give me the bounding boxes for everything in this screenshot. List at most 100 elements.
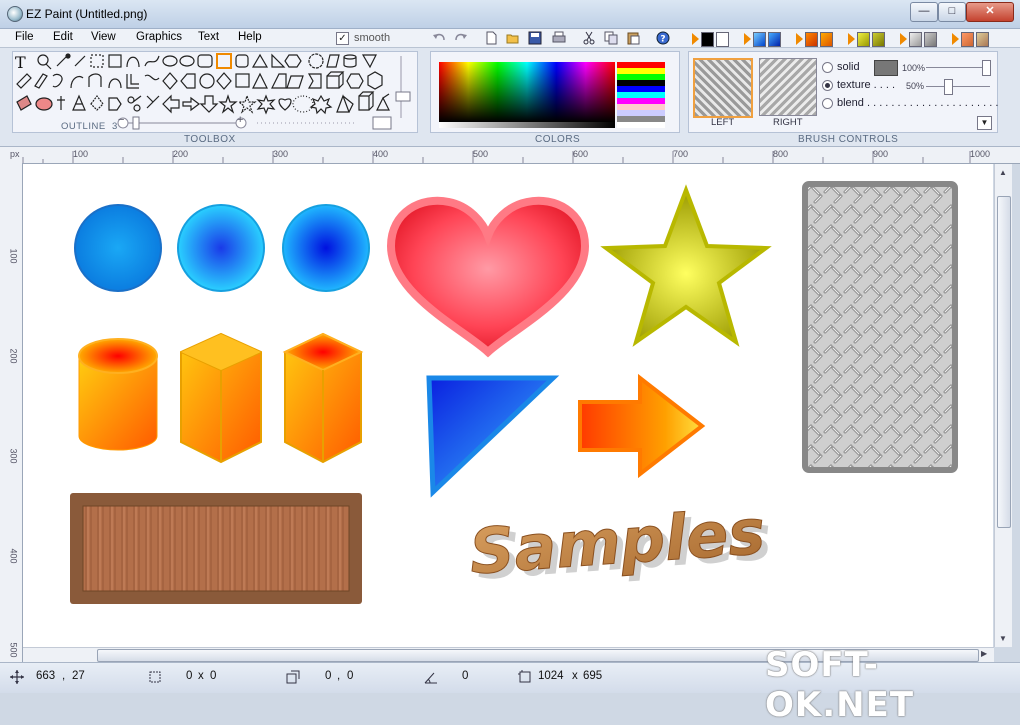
maximize-button[interactable]: □ [938,2,966,22]
sample-triangle[interactable] [426,375,560,498]
outline-plus-button[interactable]: + [237,114,243,126]
preset-blue-b[interactable] [768,32,781,47]
scroll-down-icon[interactable]: ▼ [999,634,1007,643]
offset-sep: , [337,670,341,682]
texture-option[interactable]: texture . . . . [822,79,895,91]
brush-expand-button[interactable]: ▼ [977,116,992,130]
vertical-scrollbar[interactable]: ▲ ▼ [994,164,1012,647]
colors-label: COLORS [535,134,581,145]
texture-radio[interactable] [822,79,833,91]
blend-radio[interactable] [822,97,833,109]
menu-edit[interactable]: Edit [53,31,73,43]
sample-arrow[interactable] [578,373,706,479]
solid-color-swatch[interactable] [874,60,898,76]
angle-icon [424,672,437,684]
preset-copper-a[interactable] [961,32,974,47]
image-size-icon [518,670,531,683]
cursor-position-icon [10,670,24,684]
tool-grid[interactable]: T [13,52,417,132]
right-brush-tile[interactable] [759,58,817,116]
color-swatches[interactable] [617,62,665,128]
sample-metal-plate[interactable] [802,181,958,473]
preset-yellow-a[interactable] [857,32,870,47]
selection-size-icon [149,671,161,683]
preset-arrow-icon[interactable] [848,33,855,45]
outline-label: OUTLINE 3 [61,121,118,132]
cursor-y: 27 [72,670,85,682]
texture-percent: 50% [906,81,925,91]
smooth-checkbox[interactable]: ✓ [336,32,349,45]
selection-height: 0 [210,670,217,682]
sample-text-graphic[interactable]: Samples Samples [467,494,774,595]
watermark-logo: SOFT-OK.NET [765,645,915,725]
menu-help[interactable]: Help [238,31,262,43]
preset-black[interactable] [701,32,714,47]
preset-gray-b[interactable] [924,32,937,47]
sample-heart[interactable] [386,196,590,358]
preset-white[interactable] [716,32,729,47]
sample-circle-gradient[interactable] [177,204,265,292]
solid-slider[interactable] [926,67,990,68]
print-icon[interactable] [552,31,566,45]
offset-y: 0 [347,670,354,682]
menu-graphics[interactable]: Graphics [136,31,182,43]
grayscale-bar[interactable] [439,122,615,128]
offset-icon [286,670,300,684]
ruler-tick: 300 [8,448,19,464]
paste-icon[interactable] [626,31,640,45]
top-ruler-ticks [22,151,971,163]
left-brush-label: LEFT [711,117,735,128]
preset-arrow-icon[interactable] [744,33,751,45]
menu-view[interactable]: View [91,31,116,43]
preset-copper-b[interactable] [976,32,989,47]
sample-star[interactable] [600,184,772,347]
preset-orange-a[interactable] [805,32,818,47]
sample-circle-solid[interactable] [74,204,162,292]
sample-box[interactable] [180,332,262,464]
redo-icon[interactable] [454,31,468,45]
outline-minus-button[interactable]: − [118,114,124,126]
close-button[interactable]: ✕ [966,2,1014,22]
preset-arrow-icon[interactable] [900,33,907,45]
solid-radio[interactable] [822,61,833,73]
scroll-up-icon[interactable]: ▲ [999,168,1007,177]
ruler-tick: 100 [8,248,19,264]
cursor-x: 663 [36,670,56,682]
menu-text[interactable]: Text [198,31,219,43]
canvas-artwork[interactable]: Samples Samples [23,164,993,647]
colors-panel [430,51,680,133]
preset-arrow-icon[interactable] [796,33,803,45]
blend-option[interactable]: blend . . . . . . . . . . . . . . . . . … [822,97,998,109]
save-icon[interactable] [528,31,542,45]
drawing-canvas[interactable]: Samples Samples [23,164,993,647]
sample-circle-dark[interactable] [282,204,370,292]
selection-width: 0 [186,670,193,682]
solid-option[interactable]: solid [822,61,860,73]
new-file-icon[interactable] [484,31,498,45]
preset-gray-a[interactable] [909,32,922,47]
angle-value: 0 [462,670,469,682]
color-spectrum[interactable] [439,62,615,122]
preset-blue-a[interactable] [753,32,766,47]
minimize-button[interactable]: — [910,2,938,22]
solid-slider-handle[interactable] [982,60,991,76]
preset-orange-b[interactable] [820,32,833,47]
top-ruler: px 100 200 300 400 500 600 700 800 900 1… [0,147,1020,164]
selection-times: x [198,670,204,682]
preset-arrow-icon[interactable] [692,33,699,45]
menu-bar: File Edit View Graphics Text Help ✓ smoo… [0,29,1020,48]
open-folder-icon[interactable] [506,31,520,45]
image-width: 1024 [538,670,564,682]
undo-icon[interactable] [432,31,446,45]
left-brush-tile[interactable] [693,58,753,118]
menu-file[interactable]: File [15,31,34,43]
texture-slider[interactable] [926,86,990,87]
cut-icon[interactable] [582,31,596,45]
preset-yellow-b[interactable] [872,32,885,47]
vertical-scroll-thumb[interactable] [997,196,1011,528]
sample-box-open[interactable] [282,332,364,464]
help-icon[interactable]: ? [656,31,670,45]
copy-icon[interactable] [604,31,618,45]
preset-arrow-icon[interactable] [952,33,959,45]
texture-slider-handle[interactable] [944,79,953,95]
